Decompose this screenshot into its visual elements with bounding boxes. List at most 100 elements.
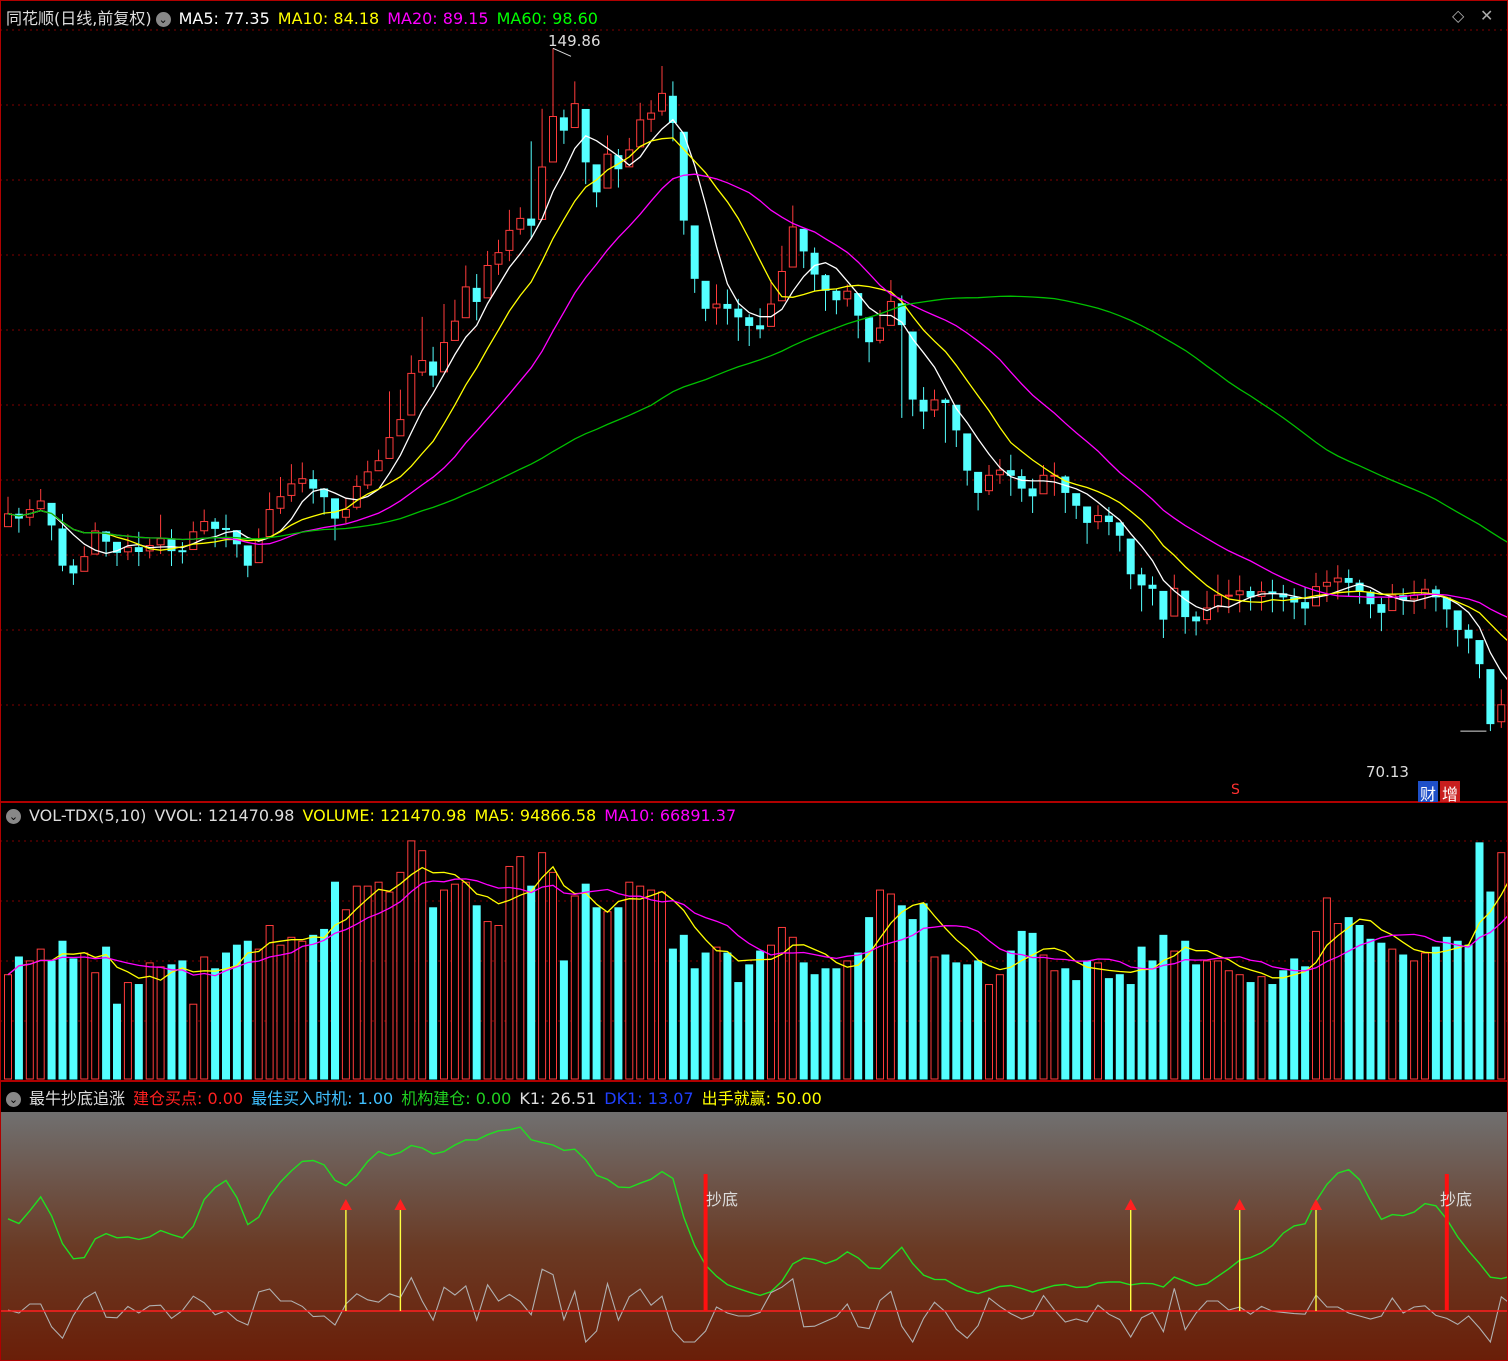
candle-body [1115,522,1124,536]
candle-body [80,556,89,572]
vol-ma10-value: MA10: 66891.37 [604,806,737,825]
candle-body [1083,506,1092,523]
ma20-line [7,173,1508,619]
chart-title: 同花顺(日线,前复权) [6,9,152,28]
volume-chart[interactable] [0,803,1508,1081]
volume-bar [1344,917,1353,1080]
volume-bar [1366,938,1375,1080]
volume-bar [777,926,786,1080]
candle-body [963,433,972,471]
candle-body [734,308,743,318]
volume-value: VOLUME: 121470.98 [302,806,467,825]
candle-body [309,479,318,489]
volume-bar [647,889,656,1080]
sell-marker: S [1231,782,1240,798]
candle-body [36,500,45,510]
candle-body [690,225,699,279]
volume-bar [1279,970,1288,1080]
candle-body [985,474,993,492]
candle-body [1301,602,1310,609]
volume-bar [636,885,645,1080]
candle-body [570,103,579,129]
volume-bar [450,883,459,1080]
volume-bar [1453,940,1462,1080]
candlestick-chart[interactable] [0,0,1508,802]
volume-bar [1159,934,1168,1080]
ma5-value: MA5: 77.35 [178,9,270,28]
volume-bar [1083,960,1092,1080]
volume-bar [592,907,601,1080]
candle-body [341,509,350,518]
indicator-pane[interactable]: ⌄ 最牛抄底追涨 建仓买点: 0.00 最佳买入时机: 1.00 机构建仓: 0.00 K… [0,1082,1508,1361]
indicator-name: 最牛抄底追涨 [29,1089,126,1108]
candle-body [1104,515,1113,523]
candle-body [1126,538,1135,575]
volume-bar [1257,976,1266,1080]
candle-body [1475,640,1484,665]
candle-body [1192,616,1201,622]
min-price-label: 70.13 [1366,763,1409,781]
volume-bar [1333,923,1342,1080]
candle-body [668,95,677,123]
volume-bar [559,960,568,1080]
indicator-chart[interactable] [0,1082,1508,1361]
volume-bar [668,948,677,1080]
volume-bar [167,964,176,1080]
candle-body [876,327,884,341]
dropdown-icon[interactable]: ⌄ [6,809,21,824]
candle-body [178,550,187,553]
ma10-line [7,137,1508,642]
candle-body [1137,574,1146,586]
volume-bar [767,944,775,1080]
dropdown-icon[interactable]: ⌄ [6,1092,21,1107]
candle-body [123,546,132,553]
volume-bar [505,865,514,1080]
volume-bar [483,921,492,1080]
diamond-icon[interactable]: ◇ [1452,6,1464,25]
candle-body [407,372,416,416]
candle-body [603,153,612,189]
finance-badge[interactable]: 财 [1418,781,1439,802]
volume-bar [1399,954,1408,1080]
close-icon[interactable]: ✕ [1480,6,1493,25]
candle-body [1497,704,1506,723]
volume-bar [113,1003,121,1080]
candle-body [352,485,361,508]
candle-body [723,303,732,309]
candle-body [658,92,666,112]
candle-body [222,527,230,530]
dropdown-icon[interactable]: ⌄ [155,12,171,27]
volume-pane-header: ⌄ VOL-TDX(5,10) VVOL: 121470.98 VOLUME: 121… [6,806,744,825]
candle-body [810,252,819,275]
signal-label: 抄底 [706,1190,739,1209]
indicator-pane-header: ⌄ 最牛抄底追涨 建仓买点: 0.00 最佳买入时机: 1.00 机构建仓: 0.00 K… [6,1085,830,1109]
volume-bar [1355,924,1364,1080]
volume-bar [156,966,165,1080]
volume-bar [341,909,350,1080]
volume-bar [821,968,830,1080]
volume-bar [897,905,906,1080]
volume-bar [298,940,307,1080]
price-pane-header: 同花顺(日线,前复权) ⌄ MA5: 77.35 MA10: 84.18 MA20: 8… [6,5,606,29]
volume-bar [570,895,579,1080]
volume-bar [331,881,339,1080]
ma20-value: MA20: 89.15 [387,9,489,28]
candle-body [1333,577,1342,583]
volume-bar [385,891,394,1080]
volume-bar [843,960,852,1080]
candle-body [276,496,285,509]
vvol-value: VVOL: 121470.98 [154,806,295,825]
price-chart-pane[interactable]: 同花顺(日线,前复权) ⌄ MA5: 77.35 MA10: 84.18 MA20: 8… [0,0,1508,802]
volume-bar [952,962,961,1080]
volume-bar [1377,942,1386,1080]
candle-body [1028,488,1037,497]
candle-body [505,229,514,251]
volume-bar [1410,960,1419,1080]
candle-body [745,317,754,326]
candle-body [1039,474,1048,495]
increase-badge[interactable]: 增 [1440,781,1461,802]
candle-body [919,399,928,412]
candle-body [189,531,198,551]
volume-bar [963,964,972,1080]
volume-pane[interactable]: ⌄ VOL-TDX(5,10) VVOL: 121470.98 VOLUME: 121… [0,803,1508,1081]
